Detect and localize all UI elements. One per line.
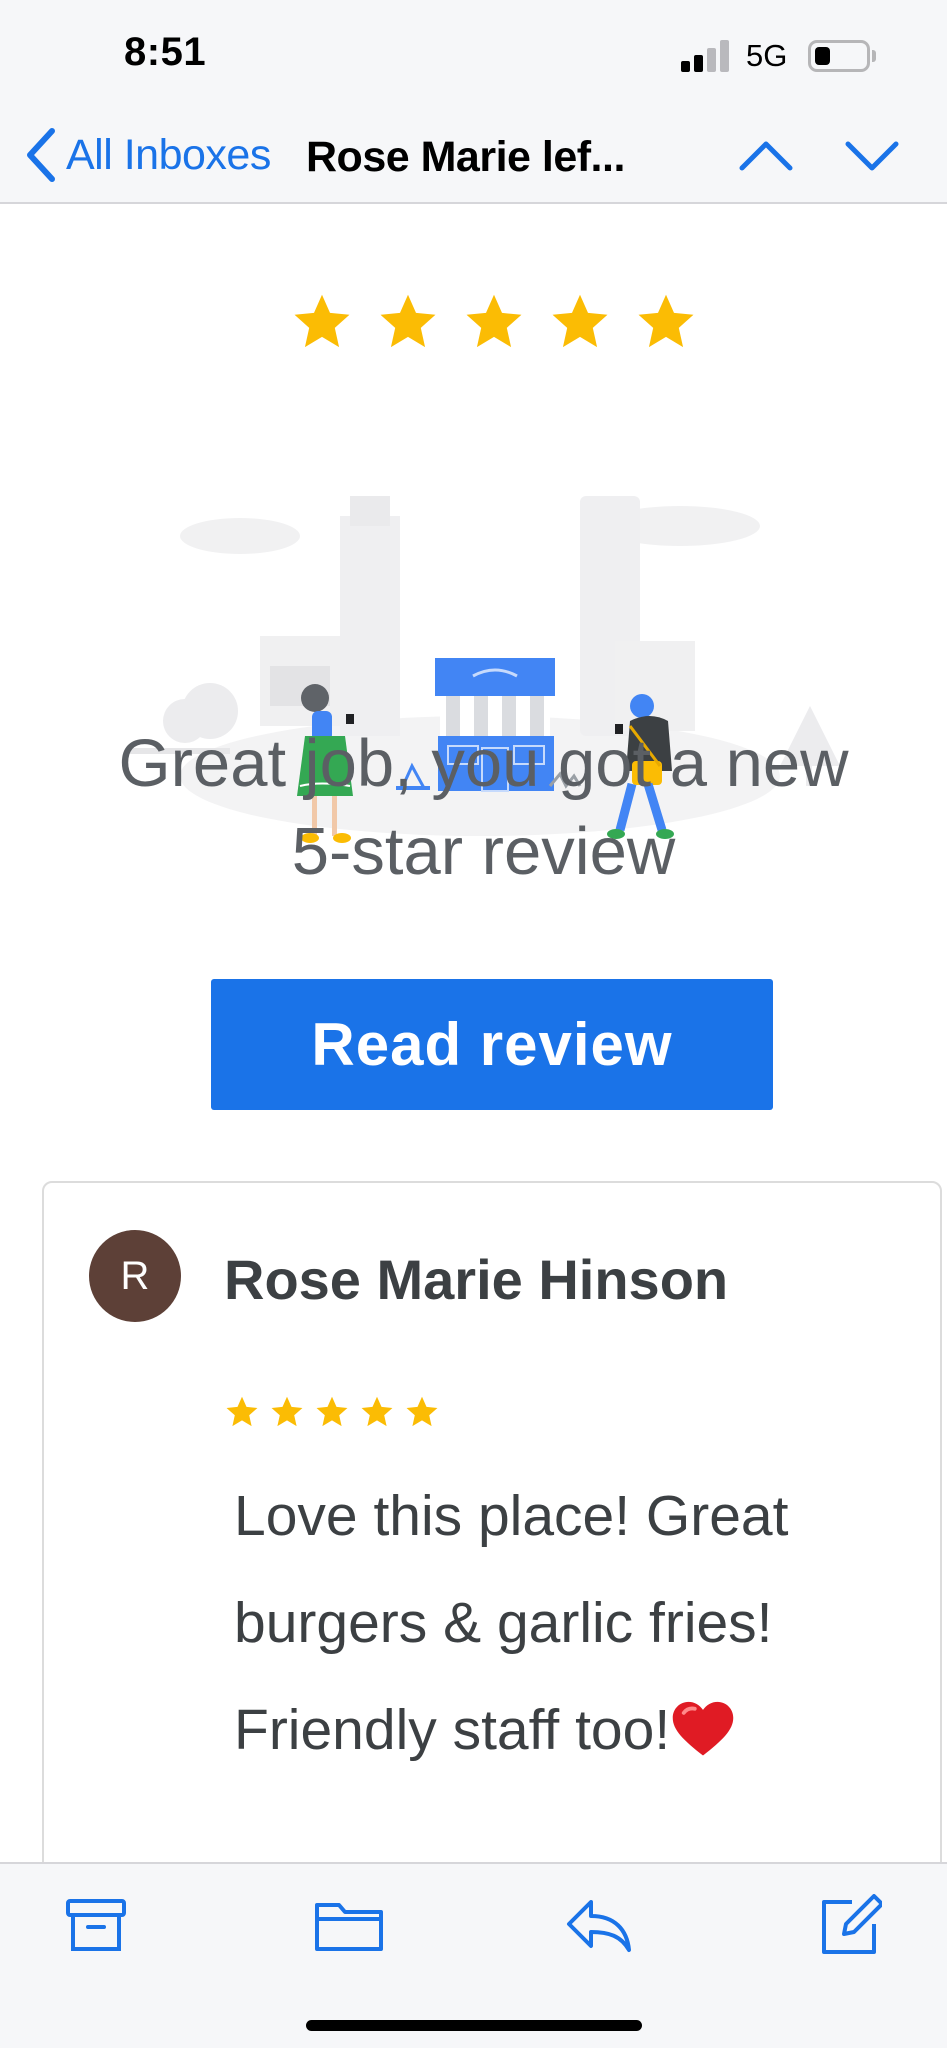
read-review-button[interactable]: Read review [211, 979, 773, 1110]
next-message-button[interactable] [840, 130, 904, 182]
reviewer-name: Rose Marie Hinson [224, 1248, 729, 1311]
headline: Great job, you got a new 5-star review [118, 726, 849, 889]
star-icon [552, 294, 608, 348]
star-icon [226, 1396, 258, 1427]
network-type: 5G [746, 38, 788, 73]
reply-button[interactable] [560, 1886, 640, 1966]
status-time: 8:51 [124, 30, 207, 74]
back-button[interactable]: All Inboxes [24, 122, 271, 188]
cellular-signal-icon [681, 38, 731, 72]
star-icon [316, 1396, 348, 1427]
chevron-left-icon [27, 128, 55, 182]
reply-icon [567, 1900, 631, 1952]
hero-rating-stars [290, 290, 698, 354]
move-to-folder-button[interactable] [309, 1886, 389, 1966]
bottom-toolbar [0, 1862, 947, 2048]
star-icon [271, 1396, 303, 1427]
review-text: Love this place! Great burgers & garlic … [234, 1484, 789, 1762]
folder-icon [315, 1903, 383, 1951]
star-icon [361, 1396, 393, 1427]
email-body: Great job, you got a new 5-star review R… [0, 204, 947, 1862]
status-bar: 8:51 5G [0, 0, 947, 108]
heart-emoji-icon [672, 1701, 734, 1756]
archive-icon [66, 1899, 126, 1951]
avatar: R [89, 1230, 181, 1322]
star-icon [380, 294, 436, 348]
back-label: All Inboxes [66, 130, 271, 179]
home-indicator [306, 2020, 642, 2031]
archive-button[interactable] [56, 1886, 136, 1966]
star-icon [406, 1396, 438, 1427]
previous-message-button[interactable] [734, 130, 798, 182]
review-rating-stars [224, 1394, 440, 1430]
star-icon [638, 294, 694, 348]
battery-icon [808, 40, 870, 72]
mail-nav-bar: All Inboxes Rose Marie lef... [0, 108, 947, 204]
star-icon [466, 294, 522, 348]
message-title: Rose Marie lef... [306, 133, 625, 181]
chevron-up-icon [739, 141, 793, 171]
compose-icon [822, 1894, 882, 1954]
chevron-down-icon [845, 141, 899, 171]
review-card: R Rose Marie Hinson Love this place! Gre… [42, 1181, 942, 1862]
compose-button[interactable] [810, 1886, 890, 1966]
star-icon [294, 294, 350, 348]
